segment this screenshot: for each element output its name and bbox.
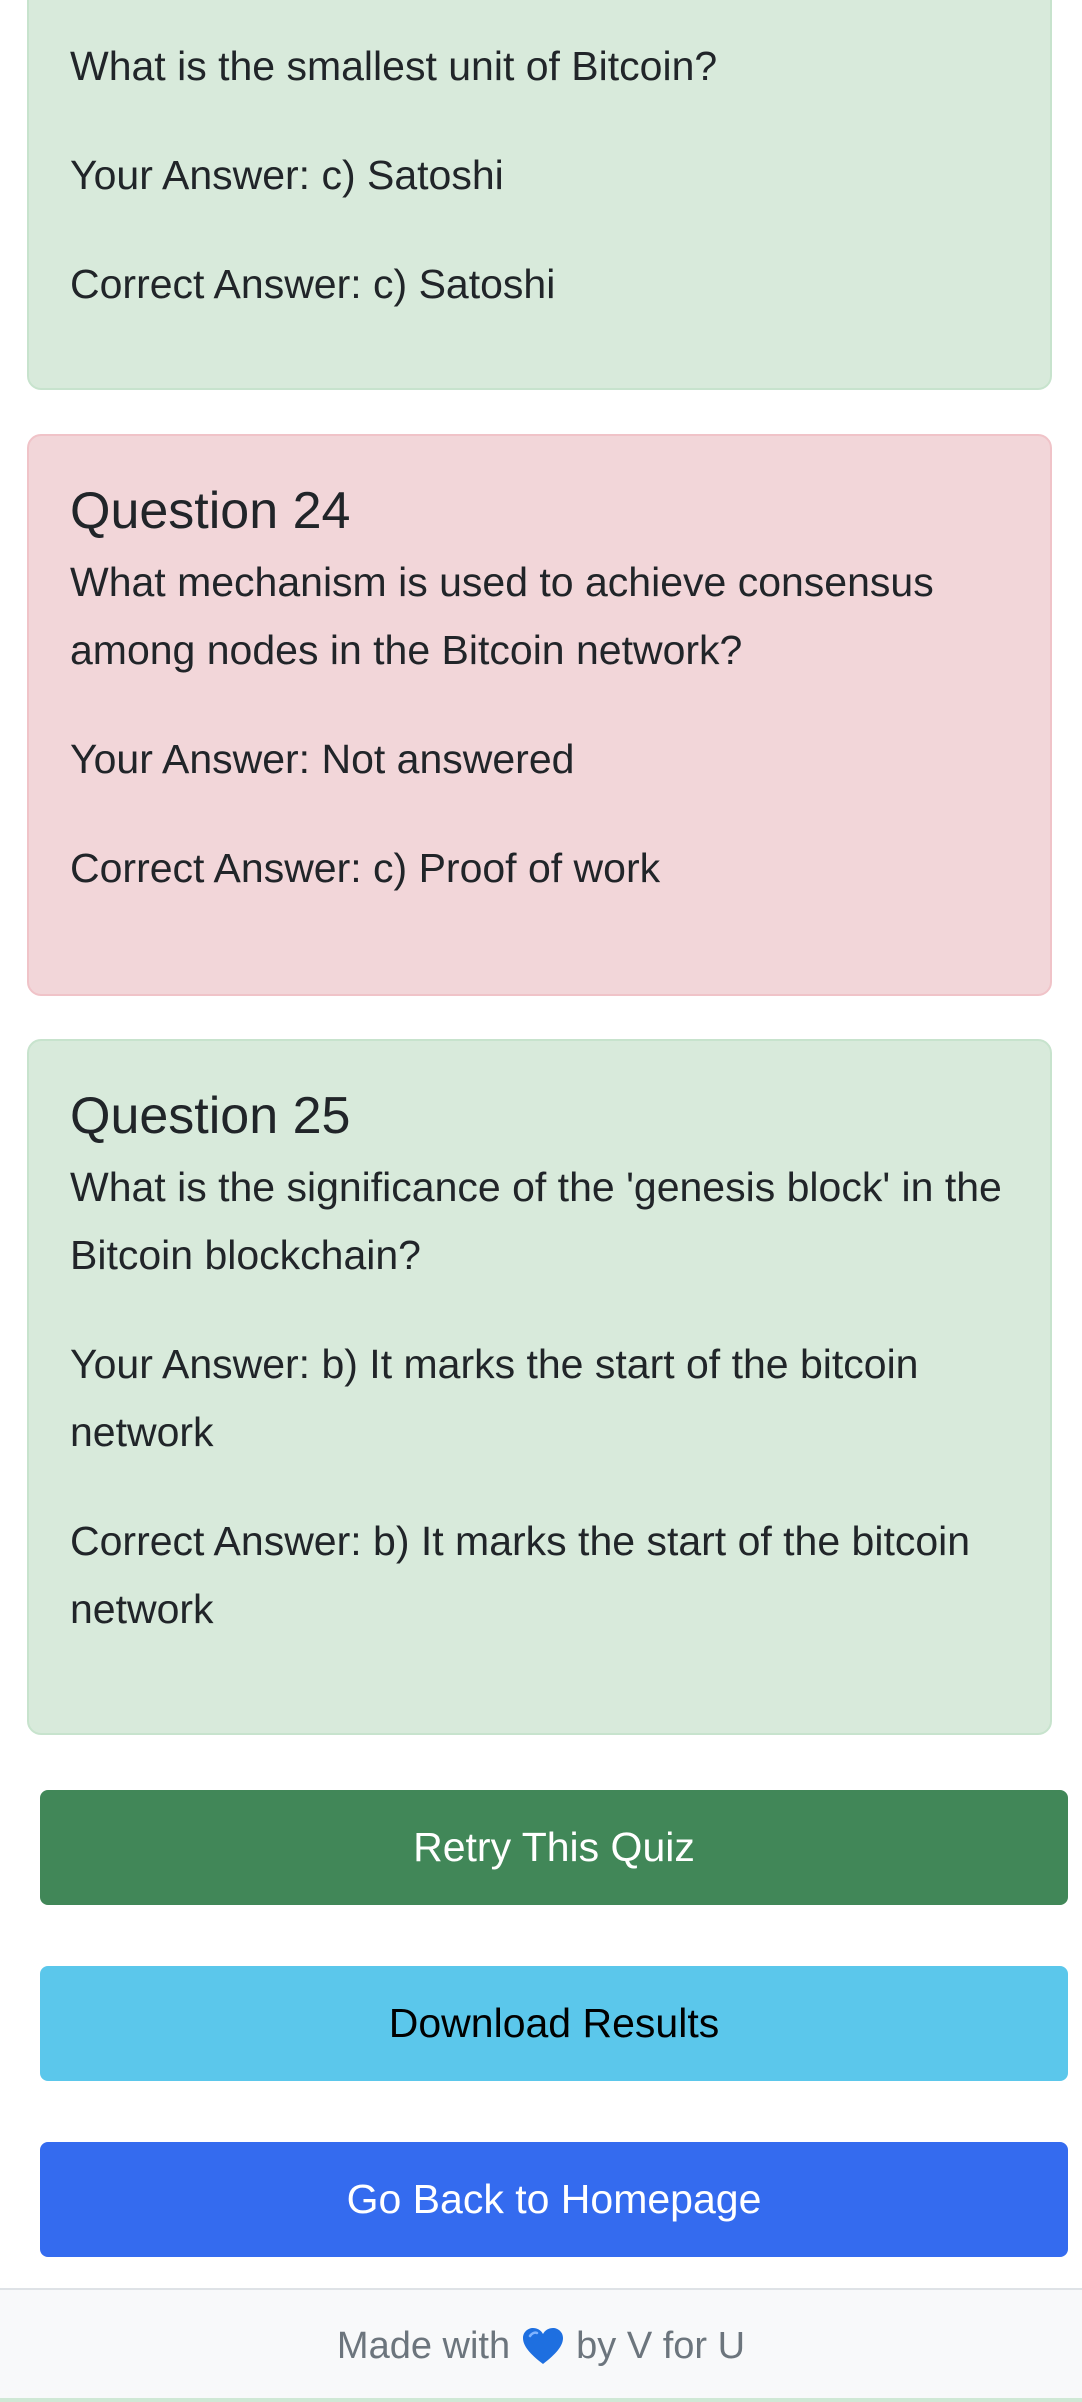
- go-home-label: Go Back to Homepage: [346, 2176, 762, 2222]
- retry-quiz-button[interactable]: Retry This Quiz: [40, 1790, 1068, 1905]
- your-answer: Your Answer: c) Satoshi: [70, 152, 504, 198]
- question-text: What is the smallest unit of Bitcoin?: [70, 43, 718, 89]
- download-results-label: Download Results: [388, 2000, 720, 2046]
- question-card-correct: What is the smallest unit of Bitcoin? Yo…: [27, 0, 1052, 390]
- download-results-button[interactable]: Download Results: [40, 1966, 1068, 2081]
- your-answer: Your Answer: b) It marks the start of th…: [70, 1341, 919, 1455]
- question-card-correct: Question 25 What is the significance of …: [27, 1039, 1052, 1735]
- blue-heart-icon: [522, 2327, 564, 2365]
- question-text: What is the significance of the 'genesis…: [70, 1164, 1002, 1278]
- retry-quiz-label: Retry This Quiz: [413, 1824, 695, 1870]
- correct-answer: Correct Answer: c) Satoshi: [70, 261, 556, 307]
- question-title: Question 25: [70, 1087, 351, 1145]
- question-text: What mechanism is used to achieve consen…: [70, 559, 934, 673]
- correct-answer: Correct Answer: b) It marks the start of…: [70, 1518, 971, 1632]
- question-card-wrong: Question 24 What mechanism is used to ac…: [27, 434, 1052, 996]
- footer-text-after: by V for U: [576, 2324, 746, 2367]
- footer: Made with by V for U: [0, 2288, 1082, 2402]
- footer-text-before: Made with: [336, 2324, 511, 2367]
- go-home-button[interactable]: Go Back to Homepage: [40, 2142, 1068, 2257]
- your-answer: Your Answer: Not answered: [70, 736, 575, 782]
- correct-answer: Correct Answer: c) Proof of work: [70, 845, 661, 891]
- question-title: Question 24: [70, 482, 351, 540]
- footer-divider: [0, 2398, 1082, 2402]
